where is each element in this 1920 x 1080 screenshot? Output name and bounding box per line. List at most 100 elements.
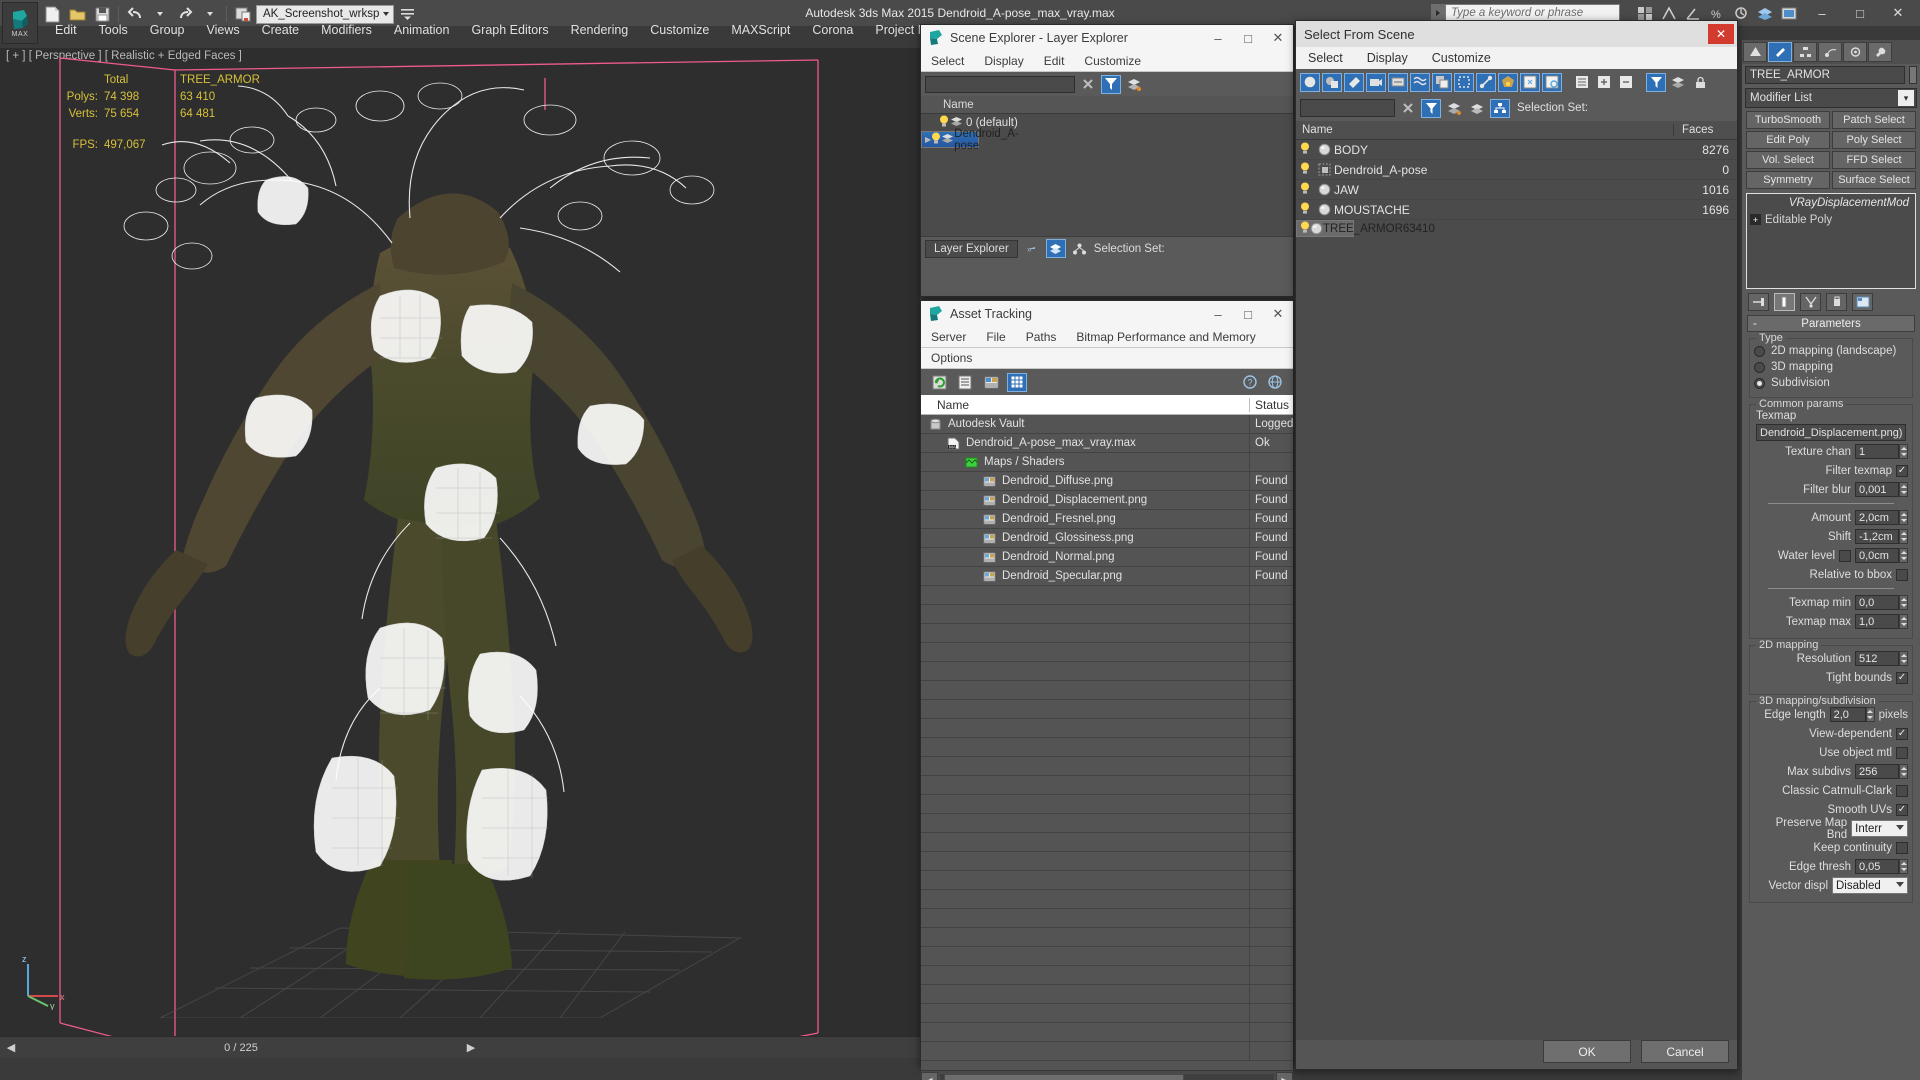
menu-animation[interactable]: Animation <box>383 21 461 39</box>
filter-xrefs-icon[interactable] <box>1454 72 1474 92</box>
table-row[interactable]: MOUSTACHE 1696 <box>1296 200 1737 220</box>
table-row[interactable]: Maps / Shaders <box>921 452 1293 472</box>
apply-filter-icon[interactable] <box>1421 98 1441 118</box>
clear-find-icon[interactable] <box>1398 99 1418 118</box>
asset-tracking-menu-paths[interactable]: Paths <box>1016 328 1067 346</box>
edge-length-input[interactable] <box>1829 707 1866 722</box>
filter-blur-stepper[interactable] <box>1855 482 1908 497</box>
make-unique-icon[interactable] <box>1800 293 1821 311</box>
modifier-button-patch-select[interactable]: Patch Select <box>1832 111 1916 129</box>
table-row[interactable]: BODY 8276 <box>1296 140 1737 160</box>
keep-continuity-checkbox[interactable] <box>1896 841 1908 854</box>
filter-geometry-icon[interactable] <box>1300 72 1320 92</box>
resolution-input[interactable] <box>1855 651 1899 666</box>
asset-tracking-menu-file[interactable]: File <box>976 328 1015 346</box>
texmap-value-button[interactable]: Dendroid_Displacement.png) <box>1756 424 1906 441</box>
stepper-arrows-icon[interactable] <box>1865 707 1875 722</box>
table-row[interactable]: JAW 1016 <box>1296 180 1737 200</box>
menu-rendering[interactable]: Rendering <box>560 21 640 39</box>
sort-filter-icon[interactable] <box>1646 72 1666 92</box>
scene-explorer-window[interactable]: Scene Explorer - Layer Explorer – □ ✕ Se… <box>920 24 1294 297</box>
modifier-button-turbosmooth[interactable]: TurboSmooth <box>1746 111 1830 129</box>
texmap-max-input[interactable] <box>1855 614 1899 629</box>
tab-motion[interactable] <box>1818 42 1842 62</box>
minimize-button[interactable]: – <box>1804 2 1840 24</box>
filter-spacewarps-icon[interactable] <box>1410 72 1430 92</box>
help-icon[interactable]: ? <box>1240 373 1260 392</box>
lightbulb-icon[interactable] <box>1296 182 1314 197</box>
stepper-arrows-icon[interactable] <box>1899 529 1908 544</box>
select-from-scene-list[interactable]: BODY 8276 Dendroid_A-pose 0 JAW 1016 MOUSTACHE… <box>1296 140 1737 1040</box>
texmap-min-stepper[interactable] <box>1855 595 1908 610</box>
menu-tools[interactable]: Tools <box>88 21 139 39</box>
max-logo-button[interactable]: MAX <box>2 2 38 44</box>
configure-sets-icon[interactable] <box>1852 293 1873 311</box>
scroll-left-icon[interactable]: ◀ <box>921 1072 938 1080</box>
texture-chan-stepper[interactable] <box>1855 444 1908 459</box>
list-item[interactable]: ▶ Dendroid_A-pose <box>921 128 1019 152</box>
modifier-button-poly-select[interactable]: Poly Select <box>1832 131 1916 149</box>
scene-explorer-tab-layer-explorer[interactable]: Layer Explorer <box>925 239 1018 258</box>
radio-3d-mapping[interactable]: 3D mapping <box>1754 359 1908 375</box>
water-level-checkbox[interactable] <box>1839 549 1851 562</box>
timeline-next-icon[interactable]: ▶ <box>460 1038 482 1058</box>
timeline-prev-icon[interactable]: ◀ <box>0 1038 22 1058</box>
filter-all-icon[interactable] <box>1542 72 1562 92</box>
resolution-stepper[interactable] <box>1855 651 1908 666</box>
search-input[interactable]: Type a keyword or phrase <box>1445 4 1620 21</box>
lightbulb-icon[interactable] <box>1300 221 1310 236</box>
relative-bbox-checkbox[interactable] <box>1896 568 1908 581</box>
scene-explorer-tab-menu-icon[interactable]: » <box>1022 239 1042 258</box>
list-view-icon[interactable] <box>955 373 975 392</box>
table-row[interactable]: Autodesk Vault Logged <box>921 415 1293 434</box>
lightbulb-icon[interactable] <box>1296 142 1314 157</box>
table-row[interactable]: Dendroid_Glossiness.png Found <box>921 528 1293 548</box>
scene-explorer-menu-select[interactable]: Select <box>921 52 974 70</box>
edge-length-stepper[interactable] <box>1829 707 1875 722</box>
asset-tracking-menu-bitmap[interactable]: Bitmap Performance and Memory <box>1066 328 1265 346</box>
menu-corona[interactable]: Corona <box>801 21 864 39</box>
stepper-arrows-icon[interactable] <box>1899 764 1908 779</box>
tab-create[interactable] <box>1743 42 1767 62</box>
timeline-bar[interactable]: ◀ 0 / 225 ▶ <box>0 1036 920 1058</box>
tab-display[interactable] <box>1843 42 1867 62</box>
filter-shapes-icon[interactable] <box>1322 72 1342 92</box>
render-setup-icon[interactable] <box>1778 3 1800 23</box>
asset-tracking-close[interactable]: ✕ <box>1263 302 1293 326</box>
detail-view-icon[interactable] <box>981 373 1001 392</box>
refresh-icon[interactable] <box>929 373 949 392</box>
display-children-icon[interactable] <box>1572 73 1592 92</box>
globe-icon[interactable] <box>1265 373 1285 392</box>
menu-edit[interactable]: Edit <box>44 21 88 39</box>
scene-explorer-clear-icon[interactable] <box>1078 75 1098 94</box>
layer-list-icon[interactable] <box>1444 99 1464 118</box>
modifier-list-dropdown[interactable]: Modifier List ▾ <box>1745 88 1917 108</box>
texmap-max-stepper[interactable] <box>1855 614 1908 629</box>
asset-tracking-list[interactable]: Autodesk Vault Logged MAX Dendroid_A-pose_m… <box>921 415 1293 1070</box>
filter-lights-icon[interactable] <box>1344 72 1364 92</box>
water-level-stepper[interactable] <box>1855 548 1908 563</box>
table-row[interactable]: TREE_ARMOR 63410 <box>1296 220 1435 237</box>
expand-all-icon[interactable] <box>1594 73 1614 92</box>
tight-bounds-checkbox[interactable]: ✓ <box>1896 671 1908 684</box>
select-from-scene-menu-customize[interactable]: Customize <box>1420 49 1503 67</box>
viewport[interactable]: [ + ] [ Perspective ] [ Realistic + Edge… <box>0 48 920 1058</box>
modifier-button-ffd-select[interactable]: FFD Select <box>1832 151 1916 169</box>
menu-views[interactable]: Views <box>195 21 250 39</box>
remove-modifier-icon[interactable] <box>1826 293 1847 311</box>
scene-explorer-minimize[interactable]: – <box>1203 26 1233 50</box>
scroll-thumb[interactable] <box>944 1073 1184 1080</box>
radio-2d-mapping[interactable]: 2D mapping (landscape) <box>1754 343 1908 359</box>
hierarchy-view-icon[interactable] <box>1490 98 1510 118</box>
stepper-arrows-icon[interactable] <box>1899 651 1908 666</box>
lightbulb-icon[interactable] <box>1296 162 1314 177</box>
table-row[interactable]: MAX Dendroid_A-pose_max_vray.max Ok <box>921 433 1293 453</box>
select-from-scene-dialog[interactable]: Select From Scene ✕ Select Display Custo… <box>1295 20 1738 1070</box>
texture-chan-input[interactable] <box>1855 444 1899 459</box>
stepper-arrows-icon[interactable] <box>1899 482 1908 497</box>
viewport-model-dendroid[interactable] <box>80 68 820 1008</box>
scene-explorer-search-input[interactable] <box>925 75 1075 93</box>
asset-tracking-hscrollbar[interactable]: ◀ ▶ <box>921 1070 1293 1080</box>
asset-tracking-minimize[interactable]: – <box>1203 302 1233 326</box>
shift-stepper[interactable] <box>1855 529 1908 544</box>
